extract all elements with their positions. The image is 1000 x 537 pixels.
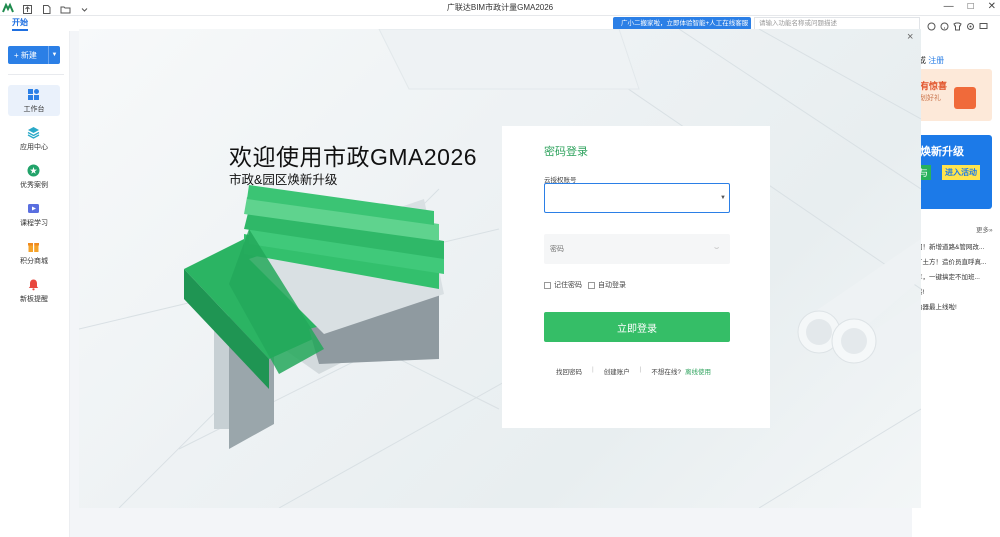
new-project-label: + 新建 xyxy=(14,51,37,60)
minimize-button[interactable]: — xyxy=(944,1,954,12)
left-sidebar: + 新建 ▼ 工作台 应用中心 优秀案例 课程学习 积分商城 新板提醒 xyxy=(0,31,70,537)
bell-icon xyxy=(28,279,39,291)
link-separator: | xyxy=(592,366,594,373)
welcome-illustration xyxy=(79,29,921,508)
news-panel: 或 注册 有惊喜 划好礼 焕新升级 与 进入活动 更多» 门！新增道路&管网改.… xyxy=(912,31,1000,537)
new-project-button[interactable]: + 新建 ▼ xyxy=(8,46,60,64)
login-links: 找回密码 | 创建账户 | 不想在线? 离线使用 xyxy=(544,366,730,376)
close-modal-button[interactable]: × xyxy=(907,31,913,43)
list-item[interactable]: 门！新增道路&管网改... xyxy=(916,241,1000,256)
login-card: 密码登录 云授权账号 ▼ ⌣ 记住密码 自动登录 立即登录 找回密码 | 创建账… xyxy=(502,126,770,428)
create-account-link[interactable]: 创建账户 xyxy=(604,366,630,376)
account-dropdown-icon[interactable]: ▼ xyxy=(720,195,726,201)
star-icon xyxy=(27,164,40,177)
sidebar-item-cases[interactable]: 优秀案例 xyxy=(8,161,60,192)
workbench-icon xyxy=(28,89,39,100)
sidebar-item-label: 应用中心 xyxy=(20,144,48,151)
close-window-button[interactable]: ✕ xyxy=(988,1,996,12)
sidebar-item-label: 积分商城 xyxy=(20,258,48,265)
login-title: 密码登录 xyxy=(544,146,588,158)
sidebar-item-app-center[interactable]: 应用中心 xyxy=(8,123,60,154)
auto-login-label[interactable]: 自动登录 xyxy=(598,280,626,290)
sidebar-item-points-mall[interactable]: 积分商城 xyxy=(8,237,60,268)
maximize-button[interactable]: □ xyxy=(968,1,974,12)
news-list: 门！新增道路&管网改... 了土方！造价员直呼真... 享，一键搞定不加班...… xyxy=(916,241,1000,316)
video-icon xyxy=(28,204,39,213)
login-button[interactable]: 立即登录 xyxy=(544,312,730,342)
account-input[interactable] xyxy=(544,183,730,213)
list-item[interactable]: 惑! xyxy=(916,286,1000,301)
sidebar-item-label: 工作台 xyxy=(23,106,45,113)
gift-icon xyxy=(28,243,39,252)
enter-activity-tag: 进入活动 xyxy=(942,165,980,180)
welcome-heading: 欢迎使用市政GMA2026 xyxy=(229,144,478,170)
more-news-link[interactable]: 更多» xyxy=(976,224,993,234)
welcome-subtitle: 市政&园区焕新升级 xyxy=(229,173,338,187)
banner-title: 有惊喜 xyxy=(920,81,948,91)
app-center-icon xyxy=(27,127,40,139)
sidebar-item-label: 课程学习 xyxy=(20,220,48,227)
message-icon[interactable] xyxy=(979,18,988,29)
list-item[interactable]: 冶器最上线啦! xyxy=(916,301,1000,316)
promo-banner-surprise[interactable]: 有惊喜 划好礼 xyxy=(912,69,992,121)
not-online-text: 不想在线? xyxy=(651,369,682,376)
title-bar: 广联达BIM市政计量GMA2026 — □ ✕ xyxy=(0,0,1000,16)
forgot-password-link[interactable]: 找回密码 xyxy=(556,366,582,376)
auto-login-checkbox[interactable] xyxy=(588,281,595,289)
tab-start[interactable]: 开始 xyxy=(12,17,28,31)
password-input[interactable] xyxy=(544,234,730,264)
sidebar-item-label: 优秀案例 xyxy=(20,182,48,189)
gift-box-icon xyxy=(954,87,976,109)
remember-password-label[interactable]: 记住密码 xyxy=(554,280,582,290)
login-modal: × 欢迎使用市政GMA2026 市政&园区焕新升级 密码登录 云授权账号 ▼ ⌣… xyxy=(79,29,921,508)
promo-banner-upgrade[interactable]: 焕新升级 与 进入活动 xyxy=(912,135,992,209)
list-item[interactable]: 享，一键搞定不加班... xyxy=(916,271,1000,286)
banner-subtitle: 划好礼 xyxy=(920,95,941,102)
offline-use-link[interactable]: 离线使用 xyxy=(685,366,711,376)
help-icon[interactable] xyxy=(940,18,949,31)
skin-icon[interactable] xyxy=(953,18,962,31)
sidebar-item-courses[interactable]: 课程学习 xyxy=(8,199,60,230)
service-icon[interactable] xyxy=(927,18,936,31)
show-password-icon[interactable]: ⌣ xyxy=(714,243,719,253)
window-title: 广联达BIM市政计量GMA2026 xyxy=(446,3,554,12)
sidebar-divider xyxy=(8,74,64,75)
login-options: 记住密码 自动登录 xyxy=(544,280,626,290)
remember-password-checkbox[interactable] xyxy=(544,281,551,289)
login-register-link[interactable]: 或 注册 xyxy=(918,55,944,66)
sidebar-item-workbench[interactable]: 工作台 xyxy=(8,85,60,116)
chevron-down-icon[interactable]: ▼ xyxy=(48,46,60,64)
sidebar-item-notifications[interactable]: 新板提醒 xyxy=(8,275,60,306)
list-item[interactable]: 了土方！造价员直呼真... xyxy=(916,256,1000,271)
settings-icon[interactable] xyxy=(966,18,975,30)
banner-title: 焕新升级 xyxy=(920,146,964,158)
sidebar-item-label: 新板提醒 xyxy=(20,296,48,303)
register-link[interactable]: 注册 xyxy=(928,56,944,65)
link-separator: | xyxy=(639,366,642,373)
sidebar-nav: 工作台 应用中心 优秀案例 课程学习 积分商城 新板提醒 xyxy=(8,85,60,313)
